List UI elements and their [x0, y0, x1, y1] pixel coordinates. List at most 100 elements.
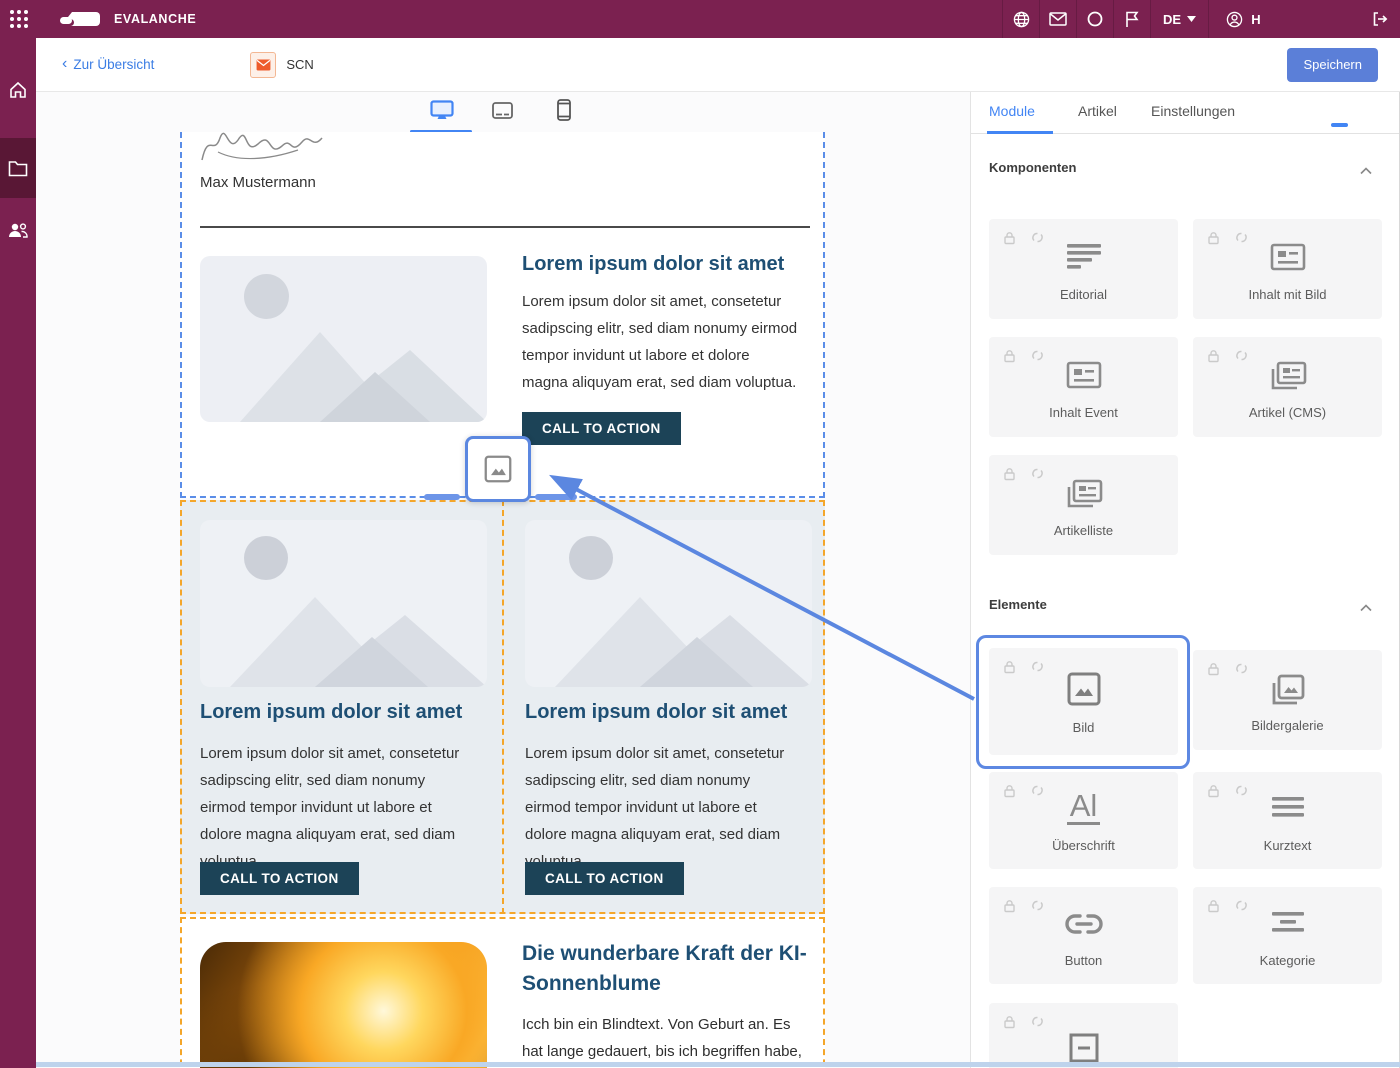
- chevron-up-icon[interactable]: [1360, 599, 1372, 617]
- drop-indicator-segment: [535, 494, 577, 500]
- language-code: DE: [1163, 12, 1181, 27]
- image-placeholder[interactable]: [525, 520, 812, 687]
- placeholder-sun: [569, 536, 613, 580]
- topbar-actions: DE H: [1002, 0, 1400, 38]
- content-column: Lorem ipsum dolor sit amet Lorem ipsum d…: [522, 252, 798, 445]
- document-chip[interactable]: SCN: [250, 52, 313, 78]
- element-card-kurztext[interactable]: Kurztext: [1193, 772, 1382, 869]
- desktop-preview-tab[interactable]: [430, 100, 454, 126]
- element-card-kategorie[interactable]: Kategorie: [1193, 887, 1382, 984]
- article-body-text[interactable]: Icch bin ein Blindtext. Von Geburt an. E…: [522, 1011, 814, 1068]
- short-text-icon: [1193, 796, 1382, 818]
- module-body-text[interactable]: Lorem ipsum dolor sit amet, consetetur s…: [522, 288, 798, 396]
- editor-side-panel: Module Artikel Einstellungen Komponenten…: [970, 92, 1400, 1068]
- selected-element-highlight: [976, 635, 1190, 769]
- module-body-text[interactable]: Lorem ipsum dolor sit amet, consetetur s…: [200, 740, 472, 875]
- component-card-artikel-cms[interactable]: Artikel (CMS): [1193, 337, 1382, 437]
- article-heading[interactable]: Die wunderbare Kraft der KI-Sonnenblume: [522, 939, 814, 999]
- sidebar-item-files[interactable]: [0, 138, 36, 198]
- horizontal-scrollbar[interactable]: [36, 1062, 1400, 1067]
- element-card-ueberschrift[interactable]: Al Überschrift: [989, 772, 1178, 869]
- email-module-article[interactable]: Die wunderbare Kraft der KI-Sonnenblume …: [180, 917, 825, 1068]
- chevron-up-icon[interactable]: [1360, 162, 1372, 180]
- component-card-artikelliste[interactable]: Artikelliste: [989, 455, 1178, 555]
- language-selector[interactable]: DE: [1150, 0, 1208, 38]
- document-toolbar: ‹ Zur Übersicht SCN Speichern: [36, 38, 1400, 92]
- element-card-bildergalerie[interactable]: Bildergalerie: [1193, 650, 1382, 750]
- user-initial: H: [1251, 12, 1260, 27]
- email-module-two-columns[interactable]: Lorem ipsum dolor sit amet Lorem ipsum d…: [180, 500, 825, 914]
- active-tab-underline: [987, 131, 1053, 134]
- card-label: Artikelliste: [989, 523, 1178, 538]
- topbar: EVALANCHE DE: [0, 0, 1400, 38]
- article-list-icon: [989, 479, 1178, 509]
- module-heading[interactable]: Lorem ipsum dolor sit amet: [522, 252, 798, 276]
- stacked-articles-icon: [1193, 361, 1382, 391]
- card-label: Bildergalerie: [1193, 718, 1382, 733]
- flag-icon[interactable]: [1113, 0, 1150, 38]
- apps-grid-icon[interactable]: [9, 9, 29, 29]
- column-divider: [502, 500, 504, 914]
- divider-element-icon: [989, 1033, 1178, 1063]
- content-with-image-icon: [1193, 243, 1382, 271]
- app-window: EVALANCHE DE: [0, 0, 1400, 1068]
- cta-button[interactable]: CALL TO ACTION: [525, 862, 684, 895]
- sunflower-image[interactable]: [200, 942, 487, 1068]
- component-card-editorial[interactable]: Editorial: [989, 219, 1178, 319]
- module-heading[interactable]: Lorem ipsum dolor sit amet: [525, 700, 787, 724]
- sidebar-item-home[interactable]: [0, 60, 36, 120]
- link-icon: [989, 911, 1178, 937]
- circle-status-icon[interactable]: [1076, 0, 1113, 38]
- cta-button[interactable]: CALL TO ACTION: [200, 862, 359, 895]
- section-title-komponenten: Komponenten: [989, 160, 1076, 175]
- mobile-preview-tab[interactable]: [557, 99, 571, 126]
- signature-name[interactable]: Max Mustermann: [200, 174, 316, 191]
- tab-einstellungen[interactable]: Einstellungen: [1151, 103, 1235, 119]
- card-label: Kategorie: [1193, 953, 1382, 968]
- back-to-overview-link[interactable]: ‹ Zur Übersicht: [62, 57, 154, 72]
- editorial-icon: [989, 243, 1178, 269]
- heading-icon: Al: [989, 790, 1178, 825]
- sync-icon: [1031, 1015, 1044, 1033]
- card-label: Überschrift: [989, 838, 1178, 853]
- tab-module[interactable]: Module: [989, 103, 1035, 119]
- logout-icon[interactable]: [1360, 0, 1400, 38]
- element-card-divider[interactable]: [989, 1003, 1178, 1068]
- save-button[interactable]: Speichern: [1287, 48, 1378, 82]
- globe-icon[interactable]: [1002, 0, 1039, 38]
- email-canvas: Max Mustermann Lorem ipsum dolor sit ame…: [36, 92, 970, 1068]
- category-icon: [1193, 911, 1382, 933]
- column-right: Lorem ipsum dolor sit amet Lorem ipsum d…: [525, 502, 812, 912]
- card-label: Button: [989, 953, 1178, 968]
- card-label: Inhalt Event: [989, 405, 1178, 420]
- element-card-button[interactable]: Button: [989, 887, 1178, 984]
- module-body-text[interactable]: Lorem ipsum dolor sit amet, consetetur s…: [525, 740, 797, 875]
- tab-artikel[interactable]: Artikel: [1078, 103, 1117, 119]
- panel-scroll-indicator[interactable]: [1331, 123, 1348, 127]
- content-column: Die wunderbare Kraft der KI-Sonnenblume …: [522, 939, 814, 1068]
- chevron-down-icon: [1187, 16, 1196, 22]
- user-circle-icon: [1226, 11, 1243, 28]
- section-title-elemente: Elemente: [989, 597, 1047, 612]
- placeholder-sun: [244, 536, 288, 580]
- mail-icon[interactable]: [1039, 0, 1076, 38]
- tablet-preview-tab[interactable]: [492, 102, 513, 124]
- image-placeholder[interactable]: [200, 256, 487, 422]
- component-card-inhalt-mit-bild[interactable]: Inhalt mit Bild: [1193, 219, 1382, 319]
- column-left: Lorem ipsum dolor sit amet Lorem ipsum d…: [200, 502, 487, 912]
- sidebar-item-contacts[interactable]: [0, 200, 36, 260]
- content-event-icon: [989, 361, 1178, 389]
- module-heading[interactable]: Lorem ipsum dolor sit amet: [200, 700, 462, 724]
- cta-button[interactable]: CALL TO ACTION: [522, 412, 681, 445]
- signature-scribble[interactable]: [198, 132, 328, 173]
- user-menu[interactable]: H: [1208, 0, 1278, 38]
- dragged-image-element-ghost[interactable]: [465, 436, 531, 502]
- home-icon: [8, 80, 28, 100]
- card-label: Artikel (CMS): [1193, 405, 1382, 420]
- device-preview-bar: [36, 92, 970, 134]
- card-label: Editorial: [989, 287, 1178, 302]
- image-placeholder[interactable]: [200, 520, 487, 687]
- evalanche-logo-icon[interactable]: [58, 8, 104, 35]
- card-label: Inhalt mit Bild: [1193, 287, 1382, 302]
- component-card-inhalt-event[interactable]: Inhalt Event: [989, 337, 1178, 437]
